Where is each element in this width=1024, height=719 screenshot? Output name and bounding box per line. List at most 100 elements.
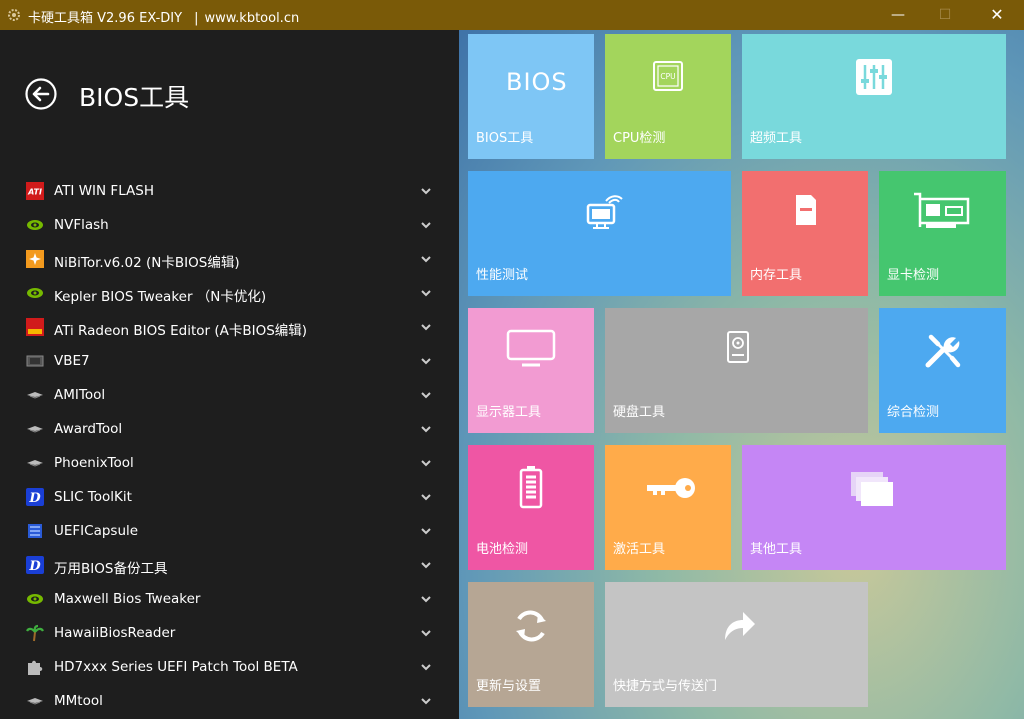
tile-cpu-check[interactable]: CPU CPU检测 <box>605 34 731 159</box>
list-item-maxwell-bios-tweaker[interactable]: Maxwell Bios Tweaker <box>3 583 459 617</box>
list-item-label: NVFlash <box>54 217 109 233</box>
tool-icon <box>27 698 43 705</box>
tile-panel: BIOS BIOS工具 CPU CPU检测 超频工具 性能测试 内存工具 显卡检… <box>459 30 1024 719</box>
tile-disk-tools[interactable]: 硬盘工具 <box>605 308 868 433</box>
list-item-slic-toolkit[interactable]: D SLIC ToolKit <box>3 481 459 515</box>
chevron-down-icon[interactable] <box>420 185 432 197</box>
chevron-down-icon[interactable] <box>420 253 432 265</box>
list-item-kepler-bios-tweaker[interactable]: Kepler BIOS Tweaker （N卡优化) <box>3 277 459 311</box>
tile-bios-tools[interactable]: BIOS BIOS工具 <box>468 34 594 159</box>
slic-icon: D <box>26 488 44 506</box>
chevron-down-icon[interactable] <box>420 219 432 231</box>
tile-memory-tools[interactable]: 内存工具 <box>742 171 868 296</box>
close-button[interactable]: ✕ <box>974 0 1020 30</box>
list-item-awardtool[interactable]: AwardTool <box>3 413 459 447</box>
monitor-icon <box>506 329 556 367</box>
list-item-label: NiBiTor.v6.02 (N卡BIOS编辑) <box>54 255 240 271</box>
list-item-label: VBE7 <box>54 353 90 369</box>
maximize-button[interactable]: ☐ <box>922 0 968 30</box>
chevron-down-icon[interactable] <box>420 457 432 469</box>
chevron-down-icon[interactable] <box>420 525 432 537</box>
stacked-windows-icon <box>851 472 893 506</box>
page-title: BIOS工具 <box>79 83 190 112</box>
list-item-nvflash[interactable]: NVFlash <box>3 209 459 243</box>
refresh-icon <box>516 610 546 642</box>
chevron-down-icon[interactable] <box>420 389 432 401</box>
chevron-down-icon[interactable] <box>420 661 432 673</box>
tile-other-tools[interactable]: 其他工具 <box>742 445 1006 570</box>
list-item-hawaii-bios-reader[interactable]: HawaiiBiosReader <box>3 617 459 651</box>
tile-label: 快捷方式与传送门 <box>613 679 718 694</box>
hard-disk-icon <box>727 331 749 363</box>
tile-label: 显卡检测 <box>887 268 940 283</box>
tile-display-tools[interactable]: 显示器工具 <box>468 308 594 433</box>
tile-performance-test[interactable]: 性能测试 <box>468 171 731 296</box>
chevron-down-icon[interactable] <box>420 593 432 605</box>
tile-label: 性能测试 <box>476 268 529 283</box>
list-item-bios-backup[interactable]: D 万用BIOS备份工具 <box>3 549 459 583</box>
title-bar: 卡硬工具箱 V2.96 EX-DIY | www.kbtool.cn — ☐ ✕ <box>0 0 1024 30</box>
list-item-ati-radeon-bios-editor[interactable]: ATi Radeon BIOS Editor (A卡BIOS编辑) <box>3 311 459 345</box>
tile-label: CPU检测 <box>613 131 666 146</box>
list-item-label: Maxwell Bios Tweaker <box>54 591 201 607</box>
chevron-down-icon[interactable] <box>420 321 432 333</box>
list-item-amitool[interactable]: AMITool <box>3 379 459 413</box>
list-item-vbe7[interactable]: VBE7 <box>3 345 459 379</box>
list-item-label: MMtool <box>54 693 103 709</box>
tool-icon <box>27 392 43 399</box>
list-item-mmtool[interactable]: MMtool <box>3 685 459 719</box>
nvidia-icon <box>27 220 43 230</box>
tile-battery-check[interactable]: 电池检测 <box>468 445 594 570</box>
chevron-down-icon[interactable] <box>420 423 432 435</box>
list-item-ueficapsule[interactable]: UEFICapsule <box>3 515 459 549</box>
tile-label: 显示器工具 <box>476 405 542 420</box>
list-item-phoenixtool[interactable]: PhoenixTool <box>3 447 459 481</box>
tile-activation-tools[interactable]: 激活工具 <box>605 445 731 570</box>
list-item-hd7xxx-uefi-patch[interactable]: HD7xxx Series UEFI Patch Tool BETA <box>3 651 459 685</box>
chevron-down-icon[interactable] <box>420 287 432 299</box>
list-item-label: Kepler BIOS Tweaker （N卡优化) <box>54 289 267 305</box>
website-link[interactable]: www.kbtool.cn <box>204 11 299 26</box>
tools-icon <box>925 334 961 368</box>
back-arrow-icon[interactable] <box>25 78 57 110</box>
bios-icon: BIOS <box>506 68 568 96</box>
tile-gpu-check[interactable]: 显卡检测 <box>879 171 1006 296</box>
title-separator: | <box>194 11 199 26</box>
chevron-down-icon[interactable] <box>420 559 432 571</box>
list-item-label: UEFICapsule <box>54 523 139 539</box>
nvidia-icon <box>27 288 43 298</box>
chip-icon <box>26 355 44 367</box>
chevron-down-icon[interactable] <box>420 491 432 503</box>
svg-text:D: D <box>28 559 41 574</box>
list-item-nibitor[interactable]: NiBiTor.v6.02 (N卡BIOS编辑) <box>3 243 459 277</box>
tile-overclock-tools[interactable]: 超频工具 <box>742 34 1006 159</box>
tile-label: 内存工具 <box>750 268 803 283</box>
chevron-down-icon[interactable] <box>420 355 432 367</box>
tile-label: BIOS工具 <box>476 131 534 146</box>
cpu-icon: CPU <box>653 61 683 91</box>
list-item-label: PhoenixTool <box>54 455 134 471</box>
uefi-icon <box>28 524 42 538</box>
tile-label: 超频工具 <box>750 131 803 146</box>
tile-general-check[interactable]: 综合检测 <box>879 308 1006 433</box>
list-item-ati-win-flash[interactable]: ATI ATI WIN FLASH <box>3 175 459 209</box>
chevron-down-icon[interactable] <box>420 627 432 639</box>
puzzle-icon <box>28 660 43 675</box>
tile-label: 更新与设置 <box>476 679 542 694</box>
chevron-down-icon[interactable] <box>420 695 432 707</box>
memory-card-icon <box>796 195 816 225</box>
tile-update-settings[interactable]: 更新与设置 <box>468 582 594 707</box>
tile-label: 激活工具 <box>613 542 666 557</box>
window-title: 卡硬工具箱 V2.96 EX-DIY | www.kbtool.cn <box>28 7 299 26</box>
tool-list: ATI ATI WIN FLASH NVFlash NiBiTor.v6.02 … <box>3 175 459 719</box>
list-item-label: ATI WIN FLASH <box>54 183 154 199</box>
list-item-label: 万用BIOS备份工具 <box>54 561 168 577</box>
list-item-label: HawaiiBiosReader <box>54 625 176 641</box>
minimize-button[interactable]: — <box>875 0 921 30</box>
graphics-card-icon <box>914 192 970 228</box>
tile-label: 硬盘工具 <box>613 405 666 420</box>
left-panel: BIOS工具 ATI ATI WIN FLASH NVFlash NiBiTor… <box>3 30 459 719</box>
tile-shortcuts-portal[interactable]: 快捷方式与传送门 <box>605 582 868 707</box>
palm-icon <box>26 624 44 642</box>
app-gear-icon <box>8 9 20 21</box>
